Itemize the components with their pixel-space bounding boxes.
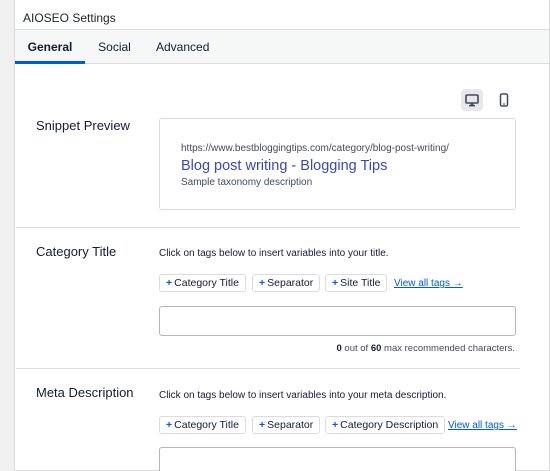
- tag-separator[interactable]: + Separator: [252, 416, 321, 434]
- tag-separator[interactable]: + Separator: [252, 274, 321, 292]
- plus-icon: +: [259, 277, 266, 289]
- tag-category-title[interactable]: + Category Title: [159, 274, 246, 292]
- tag-label: Category Description: [340, 419, 439, 431]
- category-title-input[interactable]: [159, 306, 516, 336]
- plus-icon: +: [166, 277, 173, 289]
- snippet-preview-label: Snippet Preview: [36, 118, 130, 133]
- counter-max: 60: [370, 343, 382, 354]
- plus-icon: +: [166, 419, 173, 431]
- section-divider: [16, 227, 520, 228]
- meta-description-input[interactable]: [159, 447, 516, 471]
- tag-label: Separator: [267, 419, 314, 431]
- meta-description-hint: Click on tags below to insert variables …: [159, 390, 447, 401]
- view-all-tags-link[interactable]: View all tags →: [394, 278, 463, 289]
- title-character-counter: 0 out of 60 max recommended characters.: [336, 343, 515, 354]
- category-title-hint: Click on tags below to insert variables …: [159, 248, 389, 259]
- mobile-preview-button[interactable]: [493, 89, 515, 111]
- tag-category-description[interactable]: + Category Description: [325, 416, 446, 434]
- snippet-description: Sample taxonomy description: [181, 177, 313, 188]
- counter-suffix: max recommended characters.: [381, 343, 515, 354]
- desktop-preview-button[interactable]: [461, 89, 483, 111]
- tag-label: Category Title: [174, 419, 239, 431]
- settings-header: AIOSEO Settings: [15, 0, 549, 30]
- tag-label: Site Title: [340, 277, 381, 289]
- plus-icon: +: [332, 419, 339, 431]
- tag-site-title[interactable]: + Site Title: [325, 274, 388, 292]
- settings-title: AIOSEO Settings: [23, 11, 116, 25]
- snippet-preview-box: https://www.bestbloggingtips.com/categor…: [159, 118, 516, 210]
- tab-general[interactable]: General: [15, 30, 85, 64]
- category-title-label: Category Title: [36, 244, 117, 259]
- view-all-tags-link[interactable]: View all tags →: [448, 420, 517, 431]
- snippet-title-link[interactable]: Blog post writing - Blogging Tips: [181, 158, 387, 174]
- desktop-icon: [465, 93, 479, 106]
- plus-icon: +: [332, 277, 339, 289]
- meta-description-label: Meta Description: [36, 385, 134, 400]
- active-tab-indicator: [15, 61, 85, 64]
- snippet-url: https://www.bestbloggingtips.com/categor…: [181, 143, 449, 154]
- tab-social[interactable]: Social: [98, 30, 131, 64]
- tag-category-title[interactable]: + Category Title: [159, 416, 246, 434]
- plus-icon: +: [259, 419, 266, 431]
- mobile-icon: [499, 93, 509, 107]
- tag-label: Separator: [267, 277, 314, 289]
- aioseo-settings-panel: AIOSEO Settings General Social Advanced …: [14, 0, 550, 471]
- tab-advanced[interactable]: Advanced: [156, 30, 209, 64]
- settings-tabs: General Social Advanced: [15, 30, 549, 64]
- tag-label: Category Title: [174, 277, 239, 289]
- counter-mid: out of: [341, 343, 371, 354]
- section-divider: [16, 368, 520, 369]
